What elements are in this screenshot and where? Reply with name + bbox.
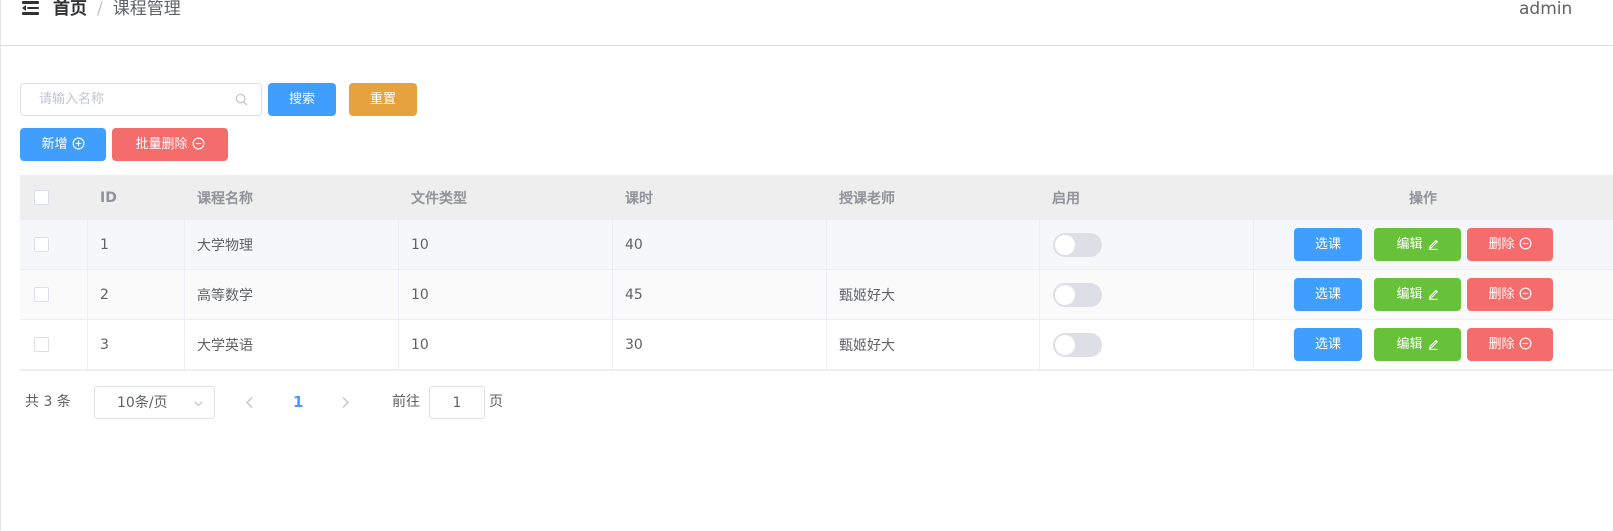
row-select-cell — [22, 220, 49, 269]
cell-hours: 45 — [625, 286, 643, 303]
search-field[interactable] — [20, 83, 262, 116]
cell-enabled — [1041, 320, 1102, 369]
cell-name: 大学英语 — [197, 337, 253, 354]
cell-enabled — [1041, 220, 1102, 269]
select-all-cell — [22, 175, 49, 220]
delete-label: 删除 — [1488, 337, 1515, 352]
chevron-down-icon — [194, 401, 203, 407]
cell-enabled — [1041, 270, 1102, 319]
top-navbar: 首页 / 课程管理 admin — [0, 0, 1613, 46]
table-header-row: ID 课程名称 文件类型 课时 授课老师 启用 操作 — [20, 175, 1613, 220]
sidebar-edge — [0, 0, 1, 531]
circle-minus-icon — [1519, 337, 1531, 350]
reset-button-label: 重置 — [369, 92, 396, 107]
batch-delete-button[interactable]: 批量删除 — [112, 128, 228, 161]
page-number-current[interactable]: 1 — [293, 386, 303, 419]
cell-hours: 40 — [625, 236, 643, 253]
column-header-actions: 操作 — [1409, 190, 1437, 207]
pagination-total: 共 3 条 — [25, 394, 71, 410]
edit-pencil-icon — [1428, 339, 1438, 350]
column-header-name: 课程名称 — [197, 190, 253, 207]
delete-button[interactable]: 删除 — [1467, 328, 1553, 361]
goto-label: 前往 — [392, 394, 420, 410]
batch-delete-label: 批量删除 — [135, 137, 188, 152]
column-header-file-type: 文件类型 — [411, 190, 467, 207]
edit-button[interactable]: 编辑 — [1374, 228, 1461, 261]
edit-label: 编辑 — [1396, 237, 1423, 252]
select-course-label: 选课 — [1314, 287, 1341, 302]
row-checkbox[interactable] — [34, 237, 49, 252]
column-header-teacher: 授课老师 — [839, 190, 895, 207]
circle-minus-icon — [192, 137, 204, 150]
row-select-cell — [22, 320, 49, 369]
cell-name: 大学物理 — [197, 237, 253, 254]
delete-label: 删除 — [1488, 237, 1515, 252]
search-icon — [235, 93, 248, 106]
column-header-id[interactable]: ID — [88, 175, 117, 220]
circle-minus-icon — [1519, 287, 1531, 300]
cell-teacher — [827, 220, 839, 269]
enabled-switch[interactable] — [1053, 332, 1102, 357]
search-button[interactable]: 搜索 — [268, 83, 336, 116]
row-checkbox[interactable] — [34, 337, 49, 352]
hamburger-icon[interactable] — [22, 1, 39, 15]
edit-pencil-icon — [1428, 289, 1438, 300]
select-course-button[interactable]: 选课 — [1294, 328, 1362, 361]
search-button-label: 搜索 — [288, 92, 315, 107]
prev-page-icon[interactable] — [245, 396, 255, 409]
page-suffix: 页 — [489, 394, 503, 410]
cell-teacher: 甄姬好大 — [839, 337, 895, 354]
cell-id: 3 — [100, 336, 109, 353]
table-row: 3 大学英语 10 30 甄姬好大 选课 编辑 删除 — [20, 320, 1613, 370]
row-select-cell — [22, 270, 49, 319]
edit-label: 编辑 — [1396, 287, 1423, 302]
select-course-label: 选课 — [1314, 237, 1341, 252]
column-header-enabled: 启用 — [1052, 190, 1080, 207]
select-course-button[interactable]: 选课 — [1294, 228, 1362, 261]
next-page-icon[interactable] — [340, 396, 350, 409]
delete-button[interactable]: 删除 — [1467, 278, 1553, 311]
cell-teacher: 甄姬好大 — [839, 287, 895, 304]
goto-page-input[interactable]: 1 — [429, 386, 485, 419]
user-menu[interactable]: admin — [1519, 0, 1572, 21]
row-checkbox[interactable] — [34, 287, 49, 302]
edit-button[interactable]: 编辑 — [1374, 278, 1461, 311]
cell-hours: 30 — [625, 336, 643, 353]
cell-file-type: 10 — [411, 236, 429, 253]
add-button[interactable]: 新增 — [20, 128, 106, 161]
circle-plus-icon — [72, 137, 84, 150]
course-table: ID 课程名称 文件类型 课时 授课老师 启用 操作 1 大学物理 10 40 … — [20, 175, 1613, 371]
column-header-hours: 课时 — [625, 190, 653, 207]
cell-id: 2 — [100, 286, 109, 303]
edit-button[interactable]: 编辑 — [1374, 328, 1461, 361]
page-size-select[interactable]: 10条/页 — [94, 386, 215, 419]
select-all-checkbox[interactable] — [34, 190, 49, 205]
delete-button[interactable]: 删除 — [1467, 228, 1553, 261]
breadcrumb: 首页 / 课程管理 — [53, 0, 181, 21]
table-row: 1 大学物理 10 40 选课 编辑 删除 — [20, 220, 1613, 270]
cell-name: 高等数学 — [197, 287, 253, 304]
select-course-label: 选课 — [1314, 337, 1341, 352]
table-row: 2 高等数学 10 45 甄姬好大 选课 编辑 删除 — [20, 270, 1613, 320]
delete-label: 删除 — [1488, 287, 1515, 302]
reset-button[interactable]: 重置 — [349, 83, 417, 116]
edit-label: 编辑 — [1396, 337, 1423, 352]
enabled-switch[interactable] — [1053, 232, 1102, 257]
cell-id: 1 — [100, 236, 109, 253]
search-input[interactable] — [21, 84, 221, 115]
breadcrumb-separator: / — [97, 0, 103, 19]
add-button-label: 新增 — [41, 137, 68, 152]
circle-minus-icon — [1519, 237, 1531, 250]
cell-file-type: 10 — [411, 336, 429, 353]
edit-pencil-icon — [1428, 239, 1438, 250]
page-size-value: 10条/页 — [117, 395, 168, 411]
breadcrumb-current: 课程管理 — [112, 0, 181, 19]
breadcrumb-home[interactable]: 首页 — [53, 0, 87, 19]
enabled-switch[interactable] — [1053, 282, 1102, 307]
cell-file-type: 10 — [411, 286, 429, 303]
select-course-button[interactable]: 选课 — [1294, 278, 1362, 311]
